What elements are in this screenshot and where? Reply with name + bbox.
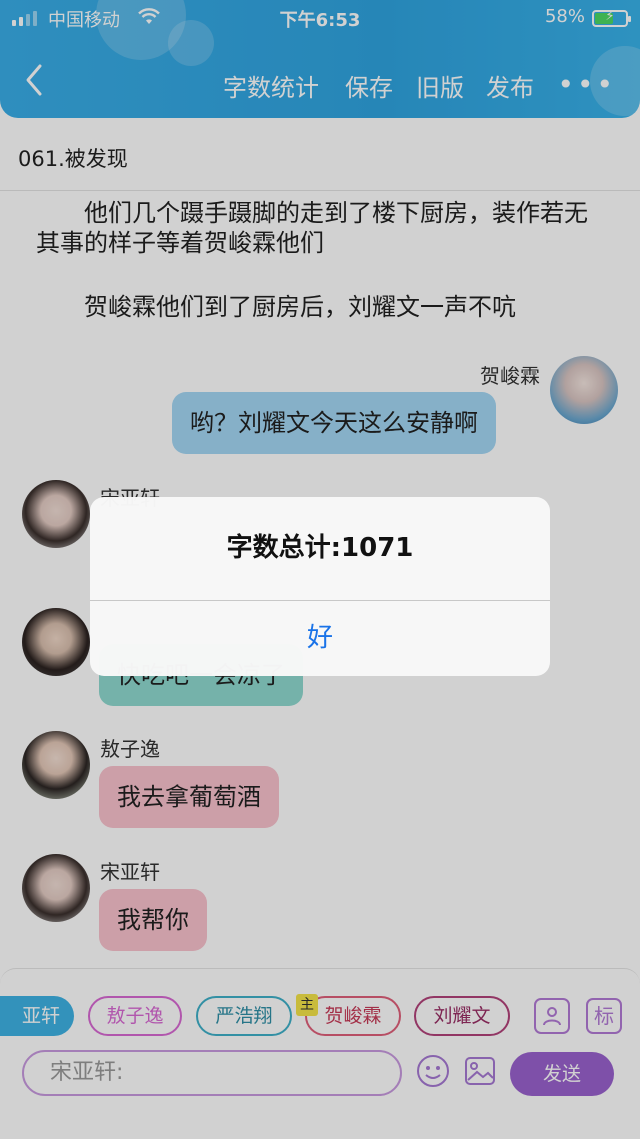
dialog-ok-button[interactable]: 好 bbox=[90, 601, 550, 676]
word-count-dialog: 字数总计:1071 好 bbox=[90, 497, 550, 676]
dialog-title: 字数总计:1071 bbox=[226, 533, 414, 563]
